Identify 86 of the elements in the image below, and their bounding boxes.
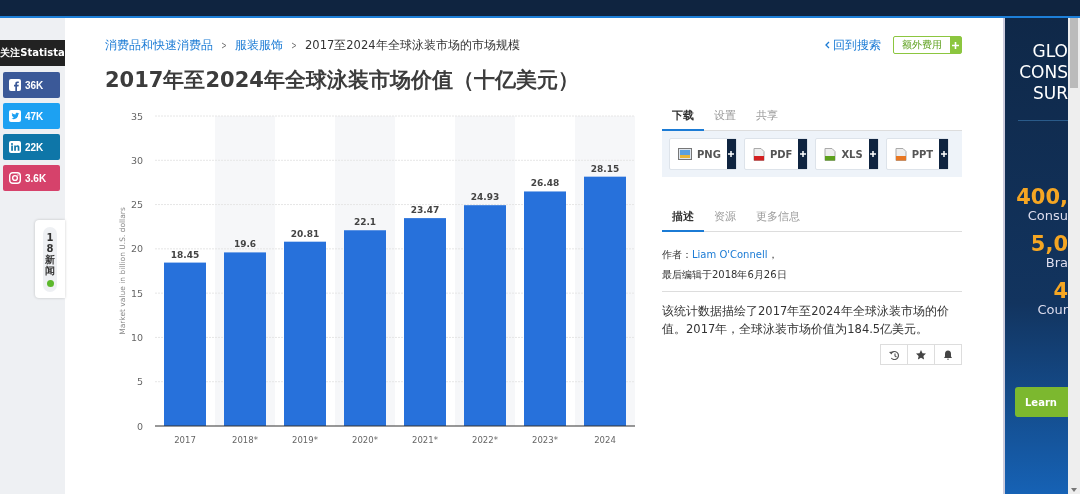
download-button[interactable]: PPT [885,138,950,170]
chevron-right-icon [221,41,227,49]
y-tick-label: 25 [130,199,143,211]
chevron-left-icon [825,41,830,49]
social-share-button[interactable]: 36K [3,72,60,98]
author-link[interactable]: Liam O'Connell [692,249,768,260]
y-tick-label: 15 [130,287,143,299]
ad-stat-value: 400, [1016,186,1068,208]
status-dot [46,279,54,287]
plus-icon [870,151,877,157]
y-tick-label: 30 [130,154,143,166]
breadcrumb-current: 2017至2024年全球泳装市场的市场规模 [305,37,520,53]
ad-headline: CONS [1019,62,1068,83]
scrollbar[interactable] [1068,18,1080,494]
ad-stat-label: Cour [1037,302,1068,317]
tab[interactable]: 资源 [704,207,746,232]
bell-button[interactable] [934,344,962,365]
pdf-file-icon [752,147,765,161]
value-label: 23.47 [410,205,440,216]
description-text: 该统计数据描绘了2017年至2024年全球泳装市场的价值。2017年，全球泳装市场价值为184.5亿美元。 [662,303,950,338]
presentation-file-icon [894,147,907,161]
bell-icon [943,349,953,360]
tab[interactable]: 描述 [662,207,704,232]
page-title: 2017年至2024年全球泳装市场价值（十亿美元） [105,67,580,94]
star-button[interactable] [907,344,935,365]
x-tick-label: 2022* [472,435,498,445]
star-icon [916,349,926,360]
facebook-icon [9,79,21,91]
plus-icon [940,151,947,157]
x-tick-label: 2019* [292,435,318,445]
download-button[interactable]: XLS [815,138,879,170]
value-label: 20.81 [290,228,320,239]
x-tick-label: 2017 [174,435,196,445]
ad-stat-label: Consu [1027,208,1068,223]
y-tick-label: 5 [136,376,143,388]
spreadsheet-file-icon [824,147,837,161]
x-tick-label: 2020* [352,435,378,445]
tab[interactable]: 共享 [746,106,788,131]
ad-headline: SUR [1032,83,1068,104]
news-tab[interactable]: 18新闻 [35,220,65,298]
last-edited-date: 最后编辑于2018年6月26日 [662,268,788,282]
value-label: 22.1 [353,217,377,228]
value-label: 28.15 [590,163,620,174]
y-tick-label: 10 [130,331,143,343]
scrollbar-thumb[interactable] [1070,18,1078,88]
back-to-search-link[interactable]: 回到搜索 [825,37,881,53]
extra-cost-button[interactable]: 额外费用 [893,36,962,54]
value-label: 18.45 [170,249,200,260]
learn-more-button[interactable]: Learn [1015,387,1068,417]
value-label: 24.93 [470,192,500,203]
plus-icon [952,41,959,49]
x-tick-label: 2021* [412,435,438,445]
breadcrumb-link[interactable]: 服装服饰 [235,37,283,53]
tab[interactable]: 更多信息 [746,207,810,232]
y-tick-label: 0 [136,420,143,432]
chevron-right-icon [291,41,297,49]
instagram-icon [9,172,21,184]
download-button[interactable]: PDF [743,138,809,170]
image-file-icon [678,147,692,161]
y-tick-label: 20 [130,243,143,255]
x-tick-label: 2023* [532,435,558,445]
y-tick-label: 35 [130,110,143,122]
tab[interactable]: 设置 [704,106,746,131]
follow-label: 关注Statista [0,40,65,66]
news-label: 18新闻 [45,231,55,276]
download-button[interactable]: PNG [669,138,737,170]
social-share-button[interactable]: 3.6K [3,165,60,191]
value-label: 19.6 [233,239,257,250]
value-label: 26.48 [530,178,560,189]
ad-stat-value: 4 [1053,280,1068,302]
social-share-button[interactable]: 22K [3,134,60,160]
ad-stat-value: 5,0 [1030,233,1068,255]
scroll-down-icon[interactable] [1071,488,1077,492]
breadcrumb-link[interactable]: 消费品和快速消费品 [105,37,213,53]
history-button[interactable] [880,344,908,365]
x-tick-label: 2024 [594,435,616,445]
author-line: 作者：Liam O'Connell， [662,248,779,262]
twitter-icon [9,110,21,122]
history-icon [889,349,899,360]
linkedin-icon [9,141,21,153]
plus-icon [799,151,806,157]
ad-headline: GLO [1032,41,1068,62]
x-tick-label: 2018* [232,435,258,445]
ad-stat-label: Bra [1045,255,1068,270]
social-share-button[interactable]: 47K [3,103,60,129]
plus-icon [728,151,735,157]
